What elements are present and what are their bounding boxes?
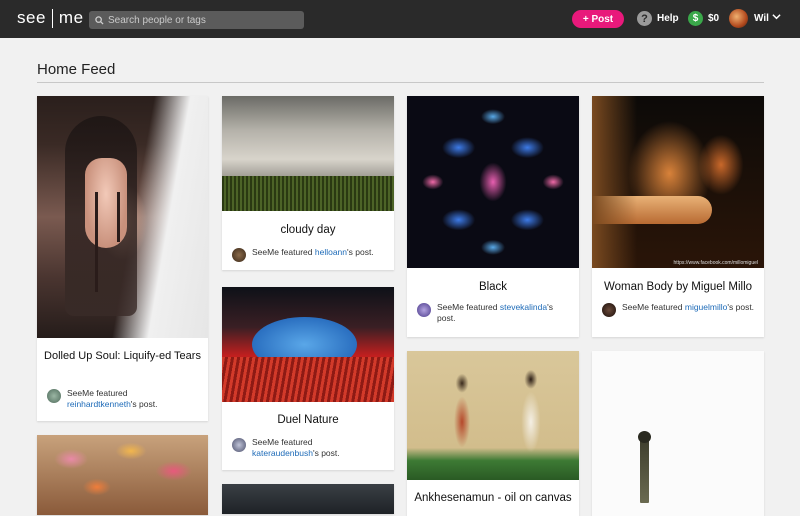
feed-card[interactable]: Dolled Up Soul: Liquify-ed Tears SeeMe f… [37,96,208,421]
search-box[interactable] [89,11,304,29]
avatar[interactable] [47,389,61,403]
featured-suffix: 's post. [312,448,340,458]
featured-suffix: 's post. [130,399,158,409]
featured-prefix: SeeMe featured [67,388,128,398]
chevron-down-icon[interactable] [772,12,781,24]
post-title[interactable]: Black [413,280,573,294]
post-image[interactable] [407,96,579,268]
post-image[interactable] [407,351,579,480]
featured-text: SeeMe featured stevekalinda's post. [437,302,571,324]
post-title[interactable]: Duel Nature [228,413,388,427]
avatar[interactable] [232,248,246,262]
featured-prefix: SeeMe featured [252,437,313,447]
featured-text: SeeMe featured reinhardtkenneth's post. [67,388,157,410]
post-title[interactable]: cloudy day [228,223,388,237]
feed-card[interactable] [592,351,764,516]
feed-card[interactable]: cloudy day SeeMe featured helloann's pos… [222,96,394,270]
logo-divider [51,8,53,28]
user-avatar[interactable] [729,9,748,28]
featured-prefix: SeeMe featured [622,302,683,312]
page-title: Home Feed [37,61,116,78]
balance-amount[interactable]: $0 [708,13,719,24]
post-title[interactable]: Woman Body by Miguel Millo [598,280,758,294]
feed-card[interactable]: Duel Nature SeeMe featured kateraudenbush… [222,287,394,470]
featured-text: SeeMe featured kateraudenbush's post. [252,437,340,459]
feed-card[interactable]: https://www.facebook.com/millomiguel Wom… [592,96,764,337]
post-image[interactable] [222,287,394,402]
featured-suffix: 's post. [727,302,755,312]
user-link[interactable]: kateraudenbush [252,448,313,458]
user-link[interactable]: stevekalinda [500,302,547,312]
user-link[interactable]: reinhardtkenneth [67,399,131,409]
post-image[interactable] [592,351,764,516]
image-watermark: https://www.facebook.com/millomiguel [673,260,758,266]
post-title[interactable]: Ankhesenamun - oil on canvas [413,491,573,505]
avatar[interactable] [417,303,431,317]
post-meta: SeeMe featured stevekalinda's post. [417,302,571,324]
avatar[interactable] [602,303,616,317]
feed-card[interactable] [222,484,394,514]
user-name[interactable]: Wil [754,13,769,24]
user-link[interactable]: miguelmillo [685,302,728,312]
post-meta: SeeMe featured helloann's post. [232,247,386,262]
dollar-icon[interactable]: $ [688,11,703,26]
question-icon[interactable]: ? [637,11,652,26]
search-input[interactable] [104,14,294,26]
featured-suffix: 's post. [347,247,374,257]
featured-text: SeeMe featured helloann's post. [252,247,374,262]
post-image[interactable] [222,96,394,211]
feed-card[interactable]: Ankhesenamun - oil on canvas [407,351,579,516]
feed-card[interactable]: Black SeeMe featured stevekalinda's post… [407,96,579,337]
search-icon [95,15,104,25]
post-image[interactable] [37,435,208,515]
post-meta: SeeMe featured reinhardtkenneth's post. [47,388,200,410]
post-image[interactable] [37,96,208,338]
post-meta: SeeMe featured miguelmillo's post. [602,302,756,317]
feed-card[interactable] [37,435,208,515]
top-navbar: see me + Post ? Help $ $0 Wil [0,0,800,38]
post-button[interactable]: + Post [572,10,624,28]
post-image[interactable] [222,484,394,514]
help-link[interactable]: Help [657,13,679,24]
post-title[interactable]: Dolled Up Soul: Liquify-ed Tears [43,349,202,363]
avatar[interactable] [232,438,246,452]
user-link[interactable]: helloann [315,247,347,257]
post-meta: SeeMe featured kateraudenbush's post. [232,437,386,459]
featured-text: SeeMe featured miguelmillo's post. [622,302,754,317]
logo-see: see [17,8,46,27]
logo-me: me [58,8,84,27]
featured-prefix: SeeMe featured [437,302,498,312]
logo[interactable]: see me [17,8,84,28]
post-image[interactable]: https://www.facebook.com/millomiguel [592,96,764,268]
title-divider [37,82,764,83]
featured-prefix: SeeMe featured [252,247,313,257]
